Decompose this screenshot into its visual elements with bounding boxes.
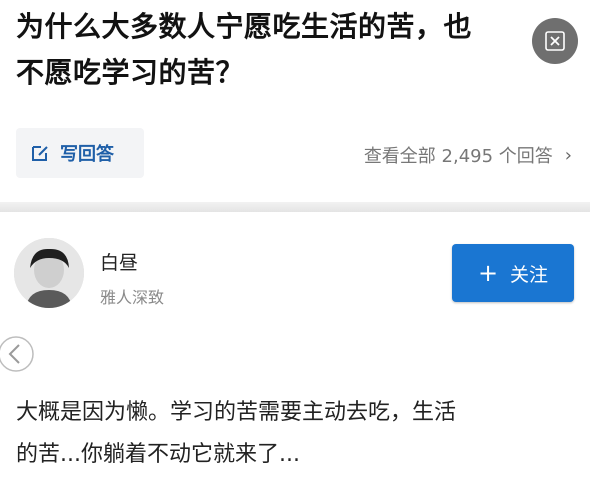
follow-label: 关注 (510, 263, 549, 286)
answer-action-bar: 写回答 查看全部 2,495 个回答 › (0, 108, 590, 200)
answer-line-1: 大概是因为懒。学习的苦需要主动去吃，生活 (16, 400, 457, 425)
question-title: 为什么大多数人宁愿吃生活的苦，也 不愿吃学习的苦？ (16, 4, 556, 96)
avatar-image (14, 238, 84, 308)
close-icon (545, 31, 565, 51)
author-bio: 雅人深致 (100, 288, 165, 307)
follow-button[interactable]: + 关注 (452, 244, 574, 302)
write-answer-label: 写回答 (60, 144, 114, 165)
back-arrow-icon[interactable] (0, 334, 36, 374)
answer-excerpt[interactable]: 大概是因为懒。学习的苦需要主动去吃，生活 的苦...你躺着不动它就来了... (16, 392, 576, 476)
author-name[interactable]: 白昼 (100, 248, 138, 275)
view-all-answers-link[interactable]: 查看全部 2,495 个回答 › (364, 142, 572, 168)
section-divider (0, 202, 590, 212)
answer-line-2: 的苦...你躺着不动它就来了... (16, 442, 300, 467)
view-all-label: 查看全部 2,495 个回答 (363, 146, 553, 167)
question-title-line-2: 不愿吃学习的苦？ (16, 56, 245, 89)
chevron-right-icon: › (564, 144, 572, 166)
edit-icon (32, 146, 48, 161)
plus-icon: + (477, 259, 499, 287)
close-button[interactable] (532, 18, 578, 64)
write-answer-button[interactable]: 写回答 (16, 128, 144, 178)
question-title-line-1: 为什么大多数人宁愿吃生活的苦，也 (16, 10, 473, 43)
avatar[interactable] (14, 238, 84, 308)
